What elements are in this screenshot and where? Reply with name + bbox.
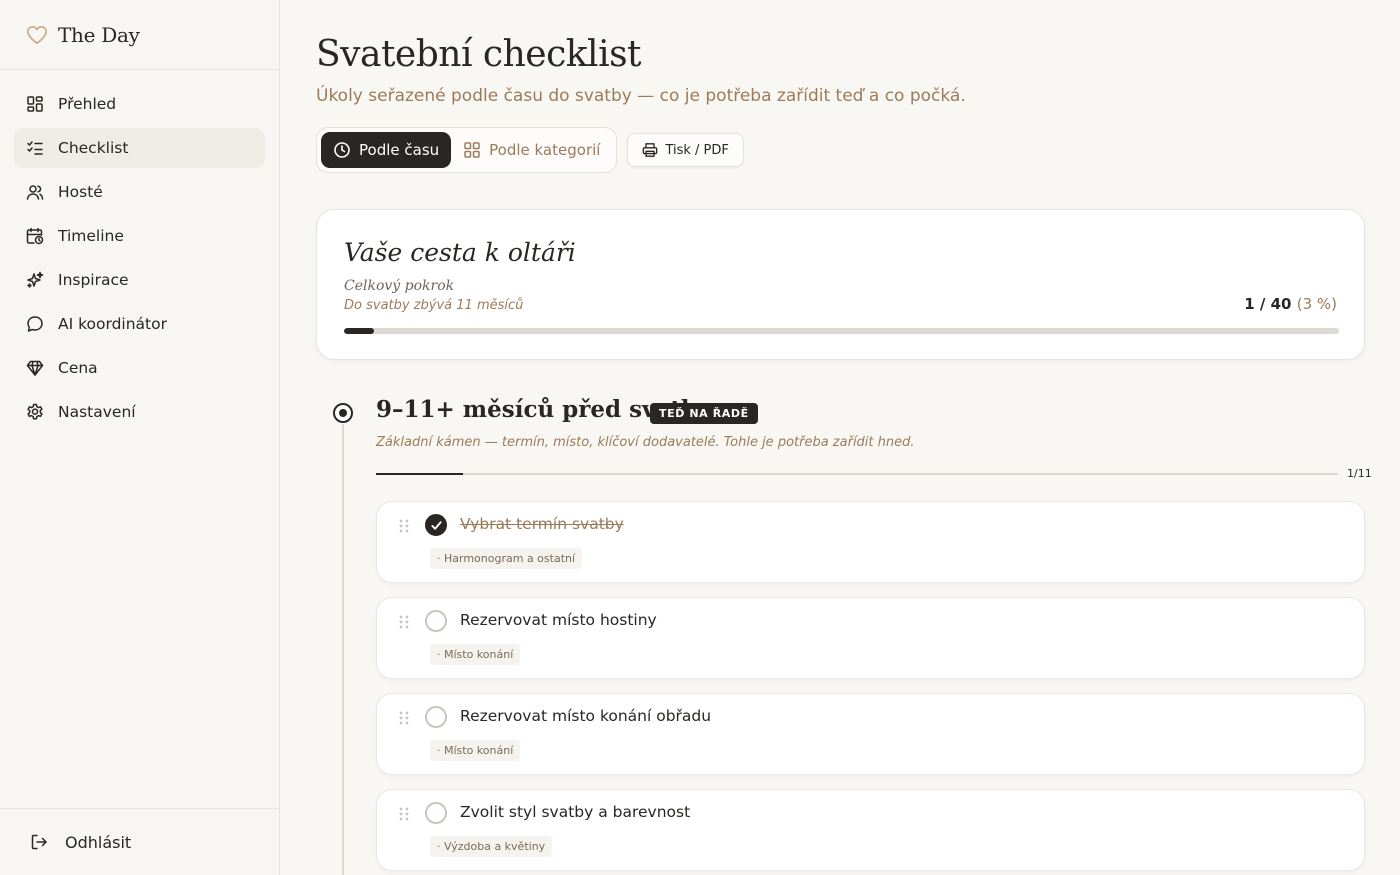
- page-subtitle: Úkoly seřazené podle času do svatby — co…: [316, 86, 966, 106]
- drag-handle-icon[interactable]: [398, 518, 410, 534]
- sidebar-item-label: Nastavení: [58, 403, 136, 421]
- checklist-icon: [26, 139, 44, 157]
- overall-progress-card: Vaše cesta k oltáři Celkový pokrok Do sv…: [316, 209, 1365, 360]
- task-card[interactable]: Zvolit styl svatby a barevnost · Výzdoba…: [376, 789, 1365, 871]
- task-category-tag: · Výzdoba a květiny: [430, 836, 553, 857]
- sidebar-item-label: Timeline: [58, 227, 124, 245]
- calendar-clock-icon: [26, 227, 44, 245]
- progress-count-text: 1 / 40: [1244, 295, 1292, 313]
- progress-count: 1 / 40 (3 %): [1244, 295, 1337, 313]
- progress-label: Celkový pokrok: [344, 278, 455, 294]
- view-by-time-button[interactable]: Podle času: [321, 132, 452, 168]
- brand-name: The Day: [58, 22, 140, 47]
- drag-handle-icon[interactable]: [398, 806, 410, 822]
- sidebar: The Day Přehled Checklist Hosté Timeline: [0, 0, 280, 875]
- clock-icon: [334, 142, 350, 158]
- task-checkbox[interactable]: [425, 610, 447, 632]
- view-by-category-label: Podle kategorií: [489, 141, 601, 159]
- print-pdf-button[interactable]: Tisk / PDF: [627, 133, 744, 167]
- task-category-tag: · Místo konání: [430, 740, 521, 761]
- drag-handle-icon[interactable]: [398, 614, 410, 630]
- task-card[interactable]: Rezervovat místo konání obřadu · Místo k…: [376, 693, 1365, 775]
- task-title: Rezervovat místo konání obřadu: [460, 707, 712, 725]
- phase-progress-bar: [376, 473, 1338, 475]
- progress-percent: (3 %): [1296, 295, 1337, 313]
- heart-icon: [27, 25, 47, 44]
- sidebar-item-label: Cena: [58, 359, 98, 377]
- task-card[interactable]: Rezervovat místo hostiny · Místo konání: [376, 597, 1365, 679]
- view-by-time-label: Podle času: [359, 141, 440, 159]
- view-toggle: Podle času Podle kategorií: [316, 127, 618, 173]
- phase-description: Základní kámen — termín, místo, klíčoví …: [376, 435, 915, 450]
- phase-progress-count: 1/11: [1347, 467, 1372, 480]
- overall-progress-fill: [344, 328, 374, 334]
- task-title: Zvolit styl svatby a barevnost: [460, 803, 691, 821]
- sidebar-item-label: AI koordinátor: [58, 315, 167, 333]
- phase-progress-fill: [376, 473, 464, 475]
- checkmark-icon: [430, 520, 442, 530]
- gear-icon: [26, 403, 44, 421]
- task-category-tag: · Místo konání: [430, 644, 521, 665]
- task-category-tag: · Harmonogram a ostatní: [430, 548, 583, 569]
- users-icon: [26, 183, 44, 201]
- diamond-icon: [26, 359, 44, 377]
- chat-bubble-icon: [26, 315, 44, 333]
- sidebar-item-hoste[interactable]: Hosté: [14, 172, 265, 212]
- brand[interactable]: The Day: [0, 0, 279, 70]
- overall-progress-bar: [344, 328, 1339, 334]
- task-checkbox[interactable]: [425, 706, 447, 728]
- sidebar-item-prehled[interactable]: Přehled: [14, 84, 265, 124]
- sparkles-icon: [26, 271, 44, 289]
- task-title: Rezervovat místo hostiny: [460, 611, 657, 629]
- sidebar-item-label: Hosté: [58, 183, 103, 201]
- logout-label: Odhlásit: [65, 832, 132, 852]
- timeline-current-dot: [333, 403, 353, 423]
- page-title: Svatební checklist: [316, 34, 642, 75]
- view-by-category-button[interactable]: Podle kategorií: [451, 132, 612, 168]
- sidebar-item-label: Checklist: [58, 139, 129, 157]
- task-title: Vybrat termín svatby: [460, 515, 624, 533]
- sidebar-item-inspirace[interactable]: Inspirace: [14, 260, 265, 300]
- sidebar-item-ai-koordinator[interactable]: AI koordinátor: [14, 304, 265, 344]
- task-checkbox[interactable]: [425, 802, 447, 824]
- grid-icon: [464, 142, 480, 158]
- task-checkbox[interactable]: [425, 514, 447, 536]
- sidebar-item-cena[interactable]: Cena: [14, 348, 265, 388]
- printer-icon: [643, 143, 658, 157]
- grid-icon: [26, 95, 44, 113]
- drag-handle-icon[interactable]: [398, 710, 410, 726]
- sidebar-item-timeline[interactable]: Timeline: [14, 216, 265, 256]
- sidebar-item-checklist[interactable]: Checklist: [14, 128, 265, 168]
- view-toolbar: Podle času Podle kategorií Tisk / PDF: [316, 127, 744, 173]
- main-content: Svatební checklist Úkoly seřazené podle …: [316, 0, 1372, 875]
- sidebar-item-label: Inspirace: [58, 271, 129, 289]
- sidebar-item-label: Přehled: [58, 95, 117, 113]
- task-card[interactable]: Vybrat termín svatby · Harmonogram a ost…: [376, 501, 1365, 583]
- logout-icon: [31, 834, 47, 850]
- sidebar-item-nastaveni[interactable]: Nastavení: [14, 392, 265, 432]
- sidebar-footer: Odhlásit: [0, 808, 279, 875]
- time-remaining: Do svatby zbývá 11 měsíců: [344, 298, 524, 313]
- print-pdf-label: Tisk / PDF: [665, 142, 729, 158]
- sidebar-nav: Přehled Checklist Hosté Timeline Inspira…: [0, 70, 279, 432]
- phase-current-badge: TEĎ NA ŘADĚ: [650, 403, 758, 424]
- progress-title: Vaše cesta k oltáři: [344, 238, 576, 267]
- logout-button[interactable]: Odhlásit: [30, 833, 131, 852]
- timeline-line: [342, 424, 344, 875]
